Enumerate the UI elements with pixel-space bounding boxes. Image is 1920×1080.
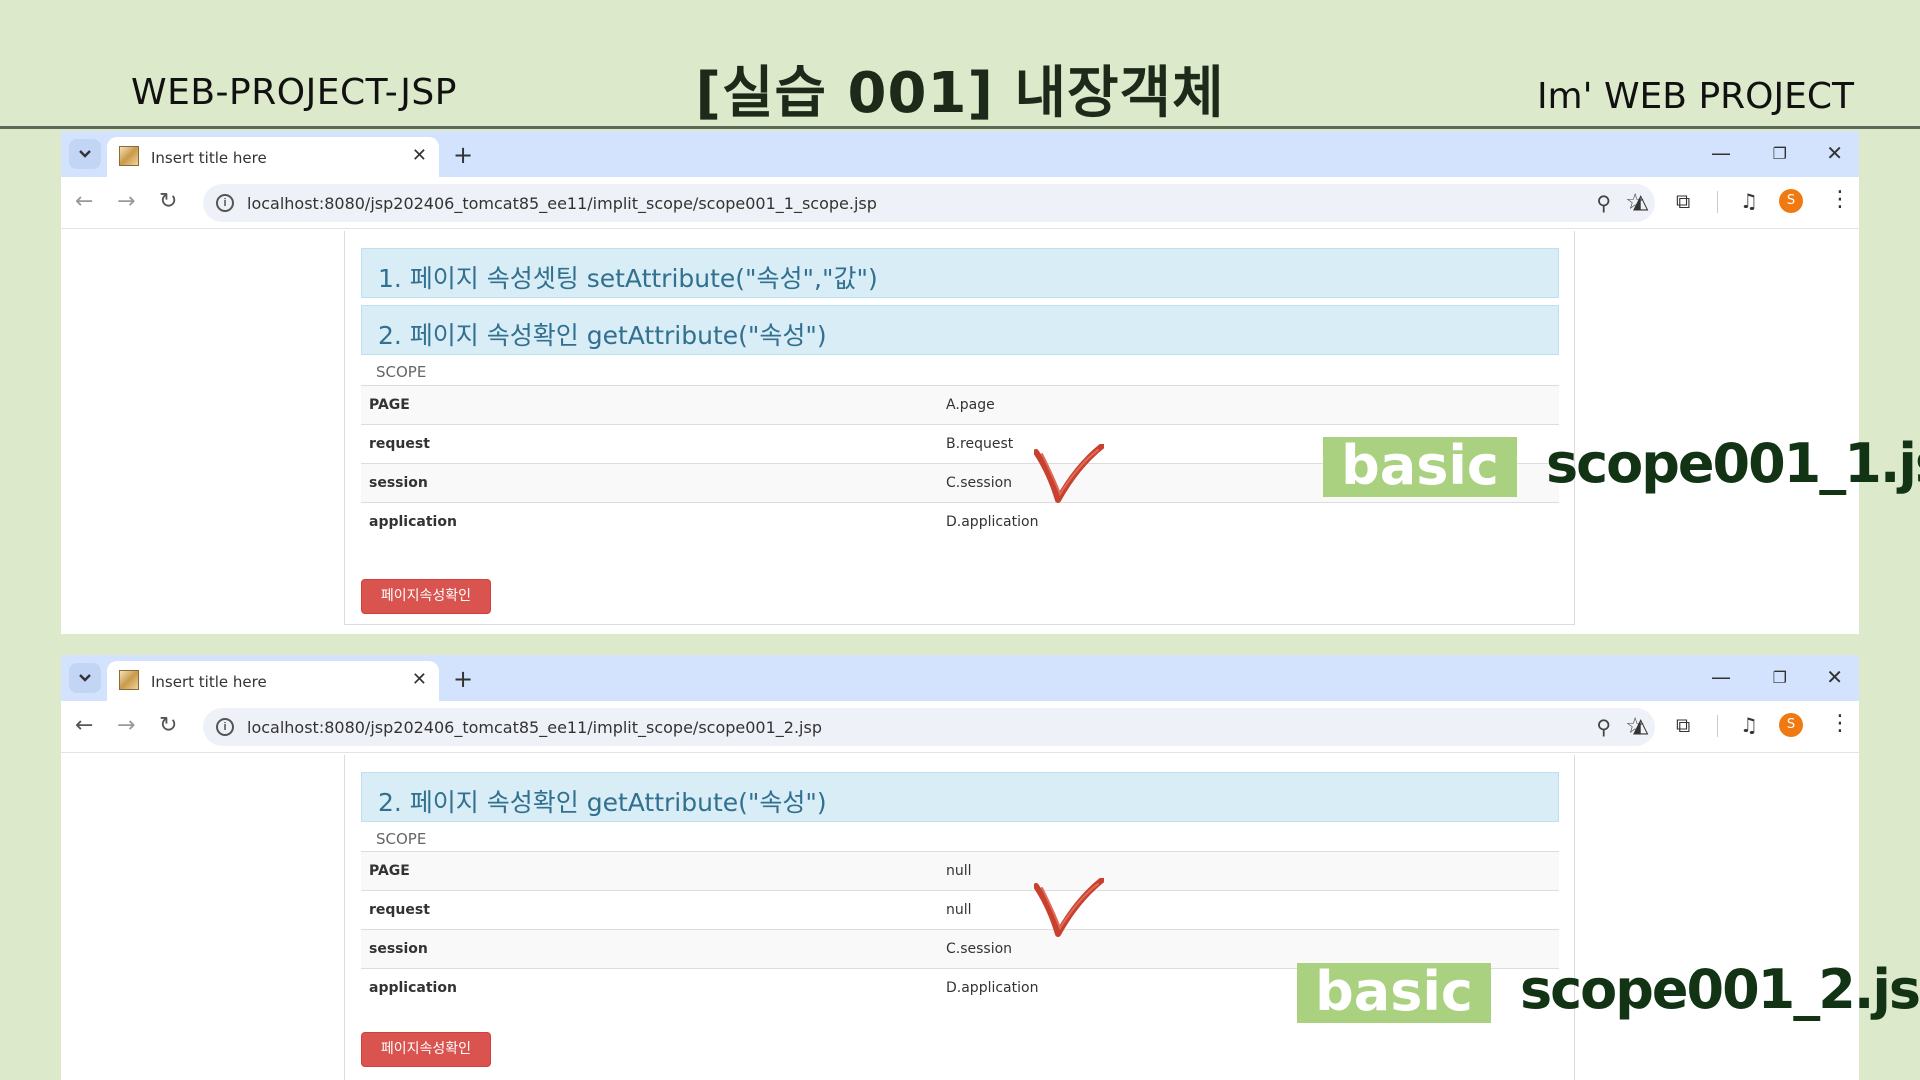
back-icon[interactable]: ← (75, 189, 93, 214)
address-bar[interactable]: i localhost:8080/jsp202406_tomcat85_ee11… (203, 184, 1655, 222)
checkmark-icon (1034, 444, 1104, 503)
basic-badge: basic (1323, 437, 1517, 497)
scope-key: PAGE (361, 851, 938, 891)
table-row: request null (361, 890, 1559, 930)
more-icon[interactable]: ⋮ (1829, 711, 1851, 736)
profile-avatar[interactable]: S (1779, 189, 1803, 213)
info-icon[interactable]: i (216, 194, 234, 212)
extension-icon[interactable]: ◭ (1633, 713, 1648, 737)
scope-key: request (361, 424, 938, 464)
scope-value: A.page (938, 385, 1559, 425)
scope-key: application (361, 968, 938, 1008)
reload-icon[interactable]: ↻ (159, 713, 177, 738)
extension-icon[interactable]: ◭ (1633, 189, 1648, 213)
browser-toolbar: ← → ↻ i localhost:8080/jsp202406_tomcat8… (61, 701, 1859, 753)
media-icon[interactable]: ♫ (1740, 189, 1758, 213)
panel-heading-get: 2. 페이지 속성확인 getAttribute("속성") (361, 305, 1559, 355)
minimize-icon[interactable]: — (1711, 665, 1731, 689)
minimize-icon[interactable]: — (1711, 141, 1731, 165)
scope-key: application (361, 502, 938, 542)
restore-icon[interactable]: ❐ (1773, 668, 1787, 687)
scope-key: request (361, 890, 938, 930)
table-row: PAGE A.page (361, 385, 1559, 425)
more-icon[interactable]: ⋮ (1829, 187, 1851, 212)
media-icon[interactable]: ♫ (1740, 713, 1758, 737)
file-label: scope001_2.jsp (1520, 958, 1920, 1021)
browser-tab[interactable]: Insert title here ✕ (107, 137, 439, 177)
chevron-down-icon (79, 674, 91, 682)
tab-bar: Insert title here ✕ + — ❐ ✕ (61, 655, 1859, 701)
table-row: application D.application (361, 502, 1559, 542)
toolbar-divider (1717, 715, 1718, 737)
zoom-icon[interactable]: ⚲ (1596, 715, 1611, 739)
tab-bar: Insert title here ✕ + — ❐ ✕ (61, 131, 1859, 177)
toolbar-divider (1717, 191, 1718, 213)
scope-value: null (938, 890, 1559, 930)
close-window-icon[interactable]: ✕ (1826, 141, 1843, 165)
puzzle-icon[interactable]: ⧉ (1676, 713, 1690, 737)
tab-search-button[interactable] (69, 139, 101, 169)
check-page-attribute-button[interactable]: 페이지속성확인 (361, 579, 491, 614)
scope-key: PAGE (361, 385, 938, 425)
checkmark-icon (1034, 878, 1104, 937)
slide-header: WEB-PROJECT-JSP [실습 001] 내장객체 Im' WEB PR… (0, 0, 1920, 129)
plus-icon[interactable]: + (453, 665, 473, 693)
tab-title: Insert title here (151, 149, 267, 167)
heading-text: 2. 페이지 속성확인 getAttribute("속성") (378, 321, 827, 350)
scope-key: session (361, 929, 938, 969)
close-icon[interactable]: ✕ (412, 669, 427, 690)
scope-header: SCOPE (376, 830, 427, 848)
url-text[interactable]: localhost:8080/jsp202406_tomcat85_ee11/i… (247, 194, 877, 213)
puzzle-icon[interactable]: ⧉ (1676, 189, 1690, 213)
chevron-down-icon (79, 150, 91, 158)
heading-text: 2. 페이지 속성확인 getAttribute("속성") (378, 788, 827, 817)
scope-header: SCOPE (376, 363, 427, 381)
header-divider (0, 126, 1920, 129)
close-icon[interactable]: ✕ (412, 145, 427, 166)
restore-icon[interactable]: ❐ (1773, 144, 1787, 163)
basic-badge: basic (1297, 963, 1491, 1023)
panel-heading-set: 1. 페이지 속성셋팅 setAttribute("속성","값") (361, 248, 1559, 298)
scope-value: D.application (938, 502, 1559, 542)
favicon-icon (119, 146, 139, 166)
scope-key: session (361, 463, 938, 503)
table-row: PAGE null (361, 851, 1559, 891)
check-page-attribute-button[interactable]: 페이지속성확인 (361, 1032, 491, 1067)
url-text[interactable]: localhost:8080/jsp202406_tomcat85_ee11/i… (247, 718, 822, 737)
forward-icon[interactable]: → (117, 189, 135, 214)
address-bar[interactable]: i localhost:8080/jsp202406_tomcat85_ee11… (203, 708, 1655, 746)
back-icon[interactable]: ← (75, 713, 93, 738)
zoom-icon[interactable]: ⚲ (1596, 191, 1611, 215)
tab-search-button[interactable] (69, 663, 101, 693)
tab-title: Insert title here (151, 673, 267, 691)
browser-window-1: Insert title here ✕ + — ❐ ✕ ← → ↻ i loca… (61, 131, 1859, 634)
forward-icon[interactable]: → (117, 713, 135, 738)
file-label: scope001_1.jsp (1546, 432, 1920, 495)
info-icon[interactable]: i (216, 718, 234, 736)
plus-icon[interactable]: + (453, 141, 473, 169)
page-content: 1. 페이지 속성셋팅 setAttribute("속성","값") 2. 페이… (344, 231, 1575, 625)
profile-avatar[interactable]: S (1779, 713, 1803, 737)
reload-icon[interactable]: ↻ (159, 189, 177, 214)
brand-right: Im' WEB PROJECT (1536, 76, 1854, 117)
close-window-icon[interactable]: ✕ (1826, 665, 1843, 689)
page-content: 2. 페이지 속성확인 getAttribute("속성") SCOPE PAG… (344, 755, 1575, 1080)
scope-value: null (938, 851, 1559, 891)
panel-heading-get: 2. 페이지 속성확인 getAttribute("속성") (361, 772, 1559, 822)
favicon-icon (119, 670, 139, 690)
heading-text: 1. 페이지 속성셋팅 setAttribute("속성","값") (378, 264, 878, 293)
browser-tab[interactable]: Insert title here ✕ (107, 661, 439, 701)
browser-toolbar: ← → ↻ i localhost:8080/jsp202406_tomcat8… (61, 177, 1859, 229)
